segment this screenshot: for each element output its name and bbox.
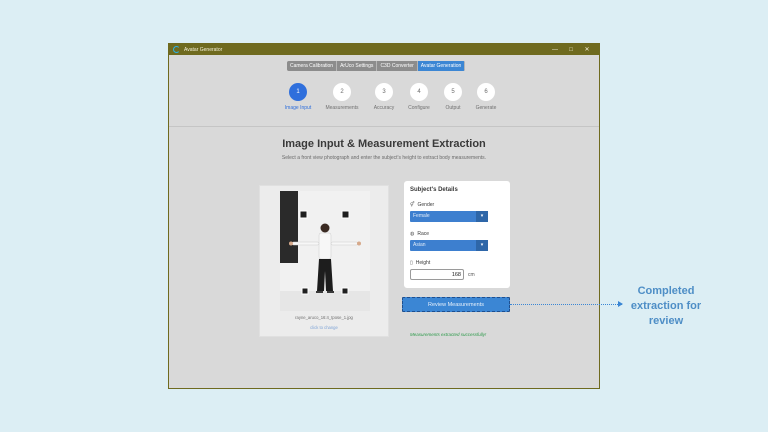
step-number: 5 [444, 83, 462, 101]
callout-arrow-head [618, 301, 623, 307]
step-generate[interactable]: 6 Generate [461, 83, 511, 111]
height-unit: cm [468, 271, 475, 278]
height-label-text: Height [415, 260, 431, 266]
app-window: Avatar Generator — □ ✕ Camera Calibratio… [168, 43, 600, 389]
close-icon[interactable]: ✕ [579, 46, 595, 53]
step-number: 4 [410, 83, 428, 101]
image-upload-card[interactable]: rayne_aruco_16:4_tpose_1.jpg click to ch… [259, 185, 389, 337]
gender-label: ⚥ Gender [410, 202, 504, 208]
window-title: Avatar Generator [184, 46, 223, 53]
success-message: Measurements extracted successfully! [410, 332, 487, 337]
gender-icon: ⚥ [410, 202, 415, 208]
minimize-icon[interactable]: — [547, 47, 563, 53]
subject-photo-image [280, 191, 370, 311]
step-indicator: 1 Image Input 2 Measurements 3 Accuracy … [273, 83, 496, 123]
review-measurements-button[interactable]: Review Measurements [402, 297, 510, 312]
chevron-down-icon[interactable]: ▾ [476, 240, 488, 251]
height-row: 168 cm [410, 269, 504, 280]
app-logo-icon [173, 46, 180, 53]
maximize-icon[interactable]: □ [563, 47, 579, 53]
tab-aruco-settings[interactable]: ArUco Settings [337, 61, 378, 71]
gender-select[interactable]: Female ▾ [410, 211, 488, 222]
height-label: ▯ Height [410, 260, 504, 266]
globe-icon: ◍ [410, 231, 415, 237]
subject-photo[interactable] [280, 191, 370, 311]
page-subtitle: Select a front view photograph and enter… [281, 155, 487, 161]
gender-label-text: Gender [417, 202, 435, 208]
tab-avatar-generation[interactable]: Avatar Generation [417, 61, 466, 71]
callout-text: Completed extraction for review [630, 285, 702, 327]
divider [169, 126, 599, 127]
image-filename: rayne_aruco_16:4_tpose_1.jpg [295, 315, 353, 320]
race-label: ◍ Race [410, 231, 504, 237]
step-number: 6 [477, 83, 495, 101]
height-input[interactable]: 168 [410, 269, 464, 280]
race-value: Asian [413, 242, 426, 248]
details-header: Subject's Details [410, 187, 458, 193]
race-label-text: Race [417, 231, 430, 237]
tab-camera-calibration[interactable]: Camera Calibration [287, 61, 338, 71]
race-select[interactable]: Asian ▾ [410, 240, 488, 251]
step-image-input[interactable]: 1 Image Input [273, 83, 323, 111]
step-label: Image Input [284, 105, 312, 111]
step-label: Generate [475, 105, 497, 111]
page-title: Image Input & Measurement Extraction [282, 138, 486, 150]
change-image-link[interactable]: click to change [260, 325, 388, 330]
title-bar: Avatar Generator — □ ✕ [169, 44, 599, 55]
tab-c3d-converter[interactable]: C3D Converter [377, 61, 418, 71]
step-number: 2 [333, 83, 351, 101]
step-number: 1 [289, 83, 307, 101]
gender-value: Female [413, 213, 430, 219]
subject-details-panel: Subject's Details ⚥ Gender Female ▾ ◍ Ra… [404, 181, 510, 288]
chevron-down-icon[interactable]: ▾ [476, 211, 488, 222]
callout-arrow-line [510, 304, 622, 305]
step-number: 3 [375, 83, 393, 101]
tab-bar: Camera Calibration ArUco Settings C3D Co… [287, 61, 466, 71]
ruler-icon: ▯ [410, 260, 413, 266]
